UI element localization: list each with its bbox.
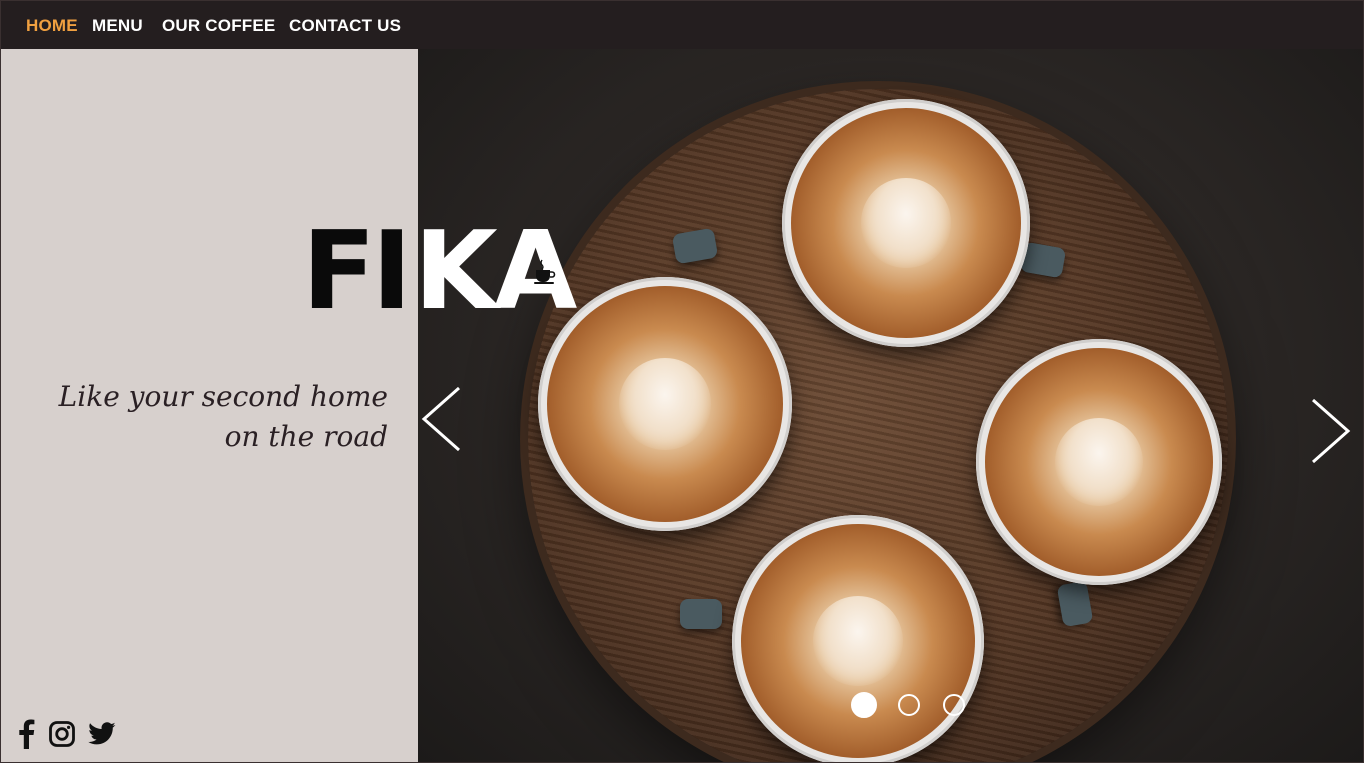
slide-dot-2[interactable] — [898, 694, 920, 716]
tagline-line2: on the road — [224, 420, 388, 453]
nav-contact-us[interactable]: CONTACT US — [289, 16, 401, 36]
coffee-cup-icon — [534, 258, 556, 289]
facebook-icon[interactable] — [16, 719, 36, 754]
latte-cup — [976, 339, 1222, 585]
top-navbar: HOME MENU OUR COFFEE CONTACT US — [0, 0, 1364, 49]
brand-title-part1: FI — [302, 209, 408, 334]
twitter-icon[interactable] — [88, 722, 116, 751]
cup-handle — [680, 599, 722, 629]
tagline: Like your second home on the road — [59, 377, 388, 457]
instagram-icon[interactable] — [49, 721, 75, 752]
latte-cup — [732, 515, 984, 763]
nav-our-coffee[interactable]: OUR COFFEE — [162, 16, 275, 36]
slide-dot-1[interactable] — [851, 692, 877, 718]
next-slide-button[interactable] — [1310, 398, 1352, 464]
nav-home[interactable]: HOME — [26, 16, 78, 36]
hero-slide-image — [418, 49, 1364, 763]
latte-cup — [782, 99, 1030, 347]
slide-dot-3[interactable] — [943, 694, 965, 716]
prev-slide-button[interactable] — [420, 386, 462, 452]
nav-menu[interactable]: MENU — [92, 16, 143, 36]
chevron-right-icon — [1312, 398, 1351, 464]
chevron-left-icon — [421, 386, 460, 452]
latte-cup — [538, 277, 792, 531]
tagline-line1: Like your second home — [58, 380, 388, 413]
